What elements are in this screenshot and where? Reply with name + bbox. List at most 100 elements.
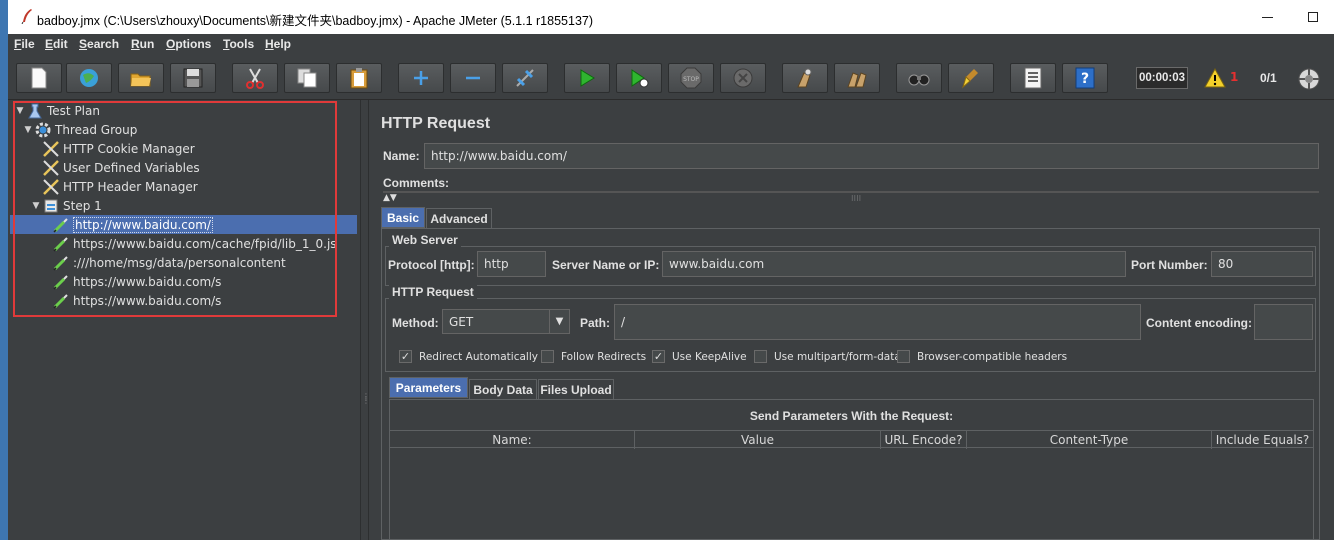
menu-options[interactable]: Options bbox=[166, 37, 211, 51]
new-button[interactable] bbox=[16, 63, 62, 93]
path-input[interactable]: / bbox=[614, 304, 1141, 340]
toolbar: STOP ? 00:00:03 1 0/1 bbox=[8, 56, 1334, 100]
clear-icon bbox=[797, 68, 812, 88]
comments-input[interactable] bbox=[383, 173, 1319, 191]
warning-icon[interactable] bbox=[1204, 67, 1226, 91]
params-table-header: Name: Value URL Encode? Content-Type Inc… bbox=[390, 430, 1313, 449]
shutdown-button[interactable] bbox=[720, 63, 766, 93]
menu-edit[interactable]: Edit bbox=[45, 37, 68, 51]
protocol-input[interactable]: http bbox=[477, 251, 546, 277]
browser-compatible-headers-checkbox[interactable]: Browser-compatible headers bbox=[897, 350, 1067, 363]
stop-icon: STOP bbox=[680, 67, 702, 89]
expand-icon bbox=[414, 71, 428, 85]
open-icon bbox=[130, 73, 151, 87]
save-button[interactable] bbox=[170, 63, 216, 93]
multipart-form-data-checkbox[interactable]: Use multipart/form-data bbox=[754, 350, 901, 363]
copy-icon bbox=[297, 68, 317, 88]
menu-run[interactable]: Run bbox=[131, 37, 154, 51]
maximize-button[interactable] bbox=[1290, 0, 1334, 34]
content-encoding-input[interactable] bbox=[1254, 304, 1313, 340]
clear-button[interactable] bbox=[782, 63, 828, 93]
http-request-legend: HTTP Request bbox=[389, 285, 477, 299]
chevron-down-icon[interactable]: ▼ bbox=[549, 310, 569, 333]
cut-icon bbox=[246, 68, 264, 89]
expand-all-button[interactable] bbox=[398, 63, 444, 93]
desktop-background bbox=[0, 0, 8, 540]
method-label: Method: bbox=[392, 316, 439, 330]
collapse-arrows-icon[interactable]: ▲▼ bbox=[383, 193, 397, 203]
clear-all-button[interactable] bbox=[834, 63, 880, 93]
web-server-legend: Web Server bbox=[389, 233, 461, 247]
reset-search-button[interactable] bbox=[948, 63, 994, 93]
server-name-input[interactable]: www.baidu.com bbox=[662, 251, 1126, 277]
svg-text:STOP: STOP bbox=[683, 76, 699, 83]
checkbox-label: Follow Redirects bbox=[561, 350, 647, 363]
cut-button[interactable] bbox=[232, 63, 278, 93]
tab-files-upload[interactable]: Files Upload bbox=[538, 379, 614, 400]
clear-all-icon bbox=[847, 72, 867, 88]
redirect-automatically-checkbox[interactable]: ✓ Redirect Automatically bbox=[399, 350, 538, 363]
reset-search-icon bbox=[962, 69, 978, 89]
column-header-value[interactable]: Value bbox=[635, 431, 881, 449]
function-helper-button[interactable] bbox=[1010, 63, 1056, 93]
stop-button[interactable]: STOP bbox=[668, 63, 714, 93]
title-bar: badboy.jmx (C:\Users\zhouxy\Documents\新建… bbox=[8, 0, 1334, 34]
menu-help[interactable]: Help bbox=[265, 37, 291, 51]
menu-file[interactable]: File bbox=[14, 37, 35, 51]
tab-body-data[interactable]: Body Data bbox=[469, 379, 537, 400]
params-title: Send Parameters With the Request: bbox=[749, 409, 954, 423]
method-select[interactable]: GET ▼ bbox=[442, 309, 570, 334]
paste-button[interactable] bbox=[336, 63, 382, 93]
checkbox-box[interactable] bbox=[754, 350, 767, 363]
templates-button[interactable] bbox=[66, 63, 112, 93]
panel-title: HTTP Request bbox=[381, 115, 491, 132]
column-header-include-equals[interactable]: Include Equals? bbox=[1212, 431, 1313, 449]
tab-basic[interactable]: Basic bbox=[381, 207, 425, 228]
checkbox-box[interactable]: ✓ bbox=[399, 350, 412, 363]
svg-text:?: ? bbox=[1081, 71, 1089, 87]
follow-redirects-checkbox[interactable]: Follow Redirects bbox=[541, 350, 646, 363]
column-header-url-encode[interactable]: URL Encode? bbox=[881, 431, 967, 449]
help-icon: ? bbox=[1075, 67, 1095, 89]
server-name-label: Server Name or IP: bbox=[552, 258, 660, 272]
start-no-pauses-button[interactable] bbox=[616, 63, 662, 93]
menu-search[interactable]: Search bbox=[79, 37, 119, 51]
search-button[interactable] bbox=[896, 63, 942, 93]
name-input[interactable]: http://www.baidu.com/ bbox=[424, 143, 1319, 169]
paste-icon bbox=[350, 68, 368, 89]
open-button[interactable] bbox=[118, 63, 164, 93]
panel-splitter[interactable] bbox=[360, 100, 369, 540]
column-header-content-type[interactable]: Content-Type bbox=[967, 431, 1212, 449]
menu-bar: File Edit Search Run Options Tools Help bbox=[8, 34, 1334, 56]
templates-icon bbox=[80, 69, 98, 87]
method-value: GET bbox=[449, 314, 474, 329]
tab-advanced[interactable]: Advanced bbox=[426, 208, 492, 229]
http-request-panel: HTTP Request Name: http://www.baidu.com/… bbox=[369, 100, 1334, 540]
port-number-label: Port Number: bbox=[1131, 258, 1208, 272]
resize-grip-icon[interactable]: ⁝⁝⁝⁝ bbox=[851, 194, 861, 203]
column-header-name[interactable]: Name: bbox=[390, 431, 635, 449]
port-number-input[interactable]: 80 bbox=[1211, 251, 1313, 277]
remote-engines-icon[interactable] bbox=[1297, 67, 1321, 94]
checkbox-label: Browser-compatible headers bbox=[917, 350, 1068, 363]
tab-parameters[interactable]: Parameters bbox=[389, 377, 468, 398]
toggle-button[interactable] bbox=[502, 63, 548, 93]
checkbox-box[interactable] bbox=[897, 350, 910, 363]
checkbox-box[interactable]: ✓ bbox=[652, 350, 665, 363]
start-button[interactable] bbox=[564, 63, 610, 93]
shutdown-icon bbox=[733, 68, 753, 88]
elapsed-time: 00:00:03 bbox=[1136, 67, 1188, 89]
jmeter-feather-icon bbox=[20, 8, 34, 25]
help-button[interactable]: ? bbox=[1062, 63, 1108, 93]
maximize-icon bbox=[1308, 12, 1318, 22]
toggle-icon bbox=[516, 69, 534, 87]
menu-tools[interactable]: Tools bbox=[223, 37, 254, 51]
splitter-grip-icon: ⋮ ⋮ bbox=[362, 392, 370, 405]
checkbox-box[interactable] bbox=[541, 350, 554, 363]
copy-button[interactable] bbox=[284, 63, 330, 93]
collapse-all-button[interactable] bbox=[450, 63, 496, 93]
name-label: Name: bbox=[383, 149, 420, 163]
minimize-button[interactable] bbox=[1244, 0, 1290, 34]
use-keepalive-checkbox[interactable]: ✓ Use KeepAlive bbox=[652, 350, 747, 363]
highlight-annotation-box bbox=[13, 101, 337, 317]
